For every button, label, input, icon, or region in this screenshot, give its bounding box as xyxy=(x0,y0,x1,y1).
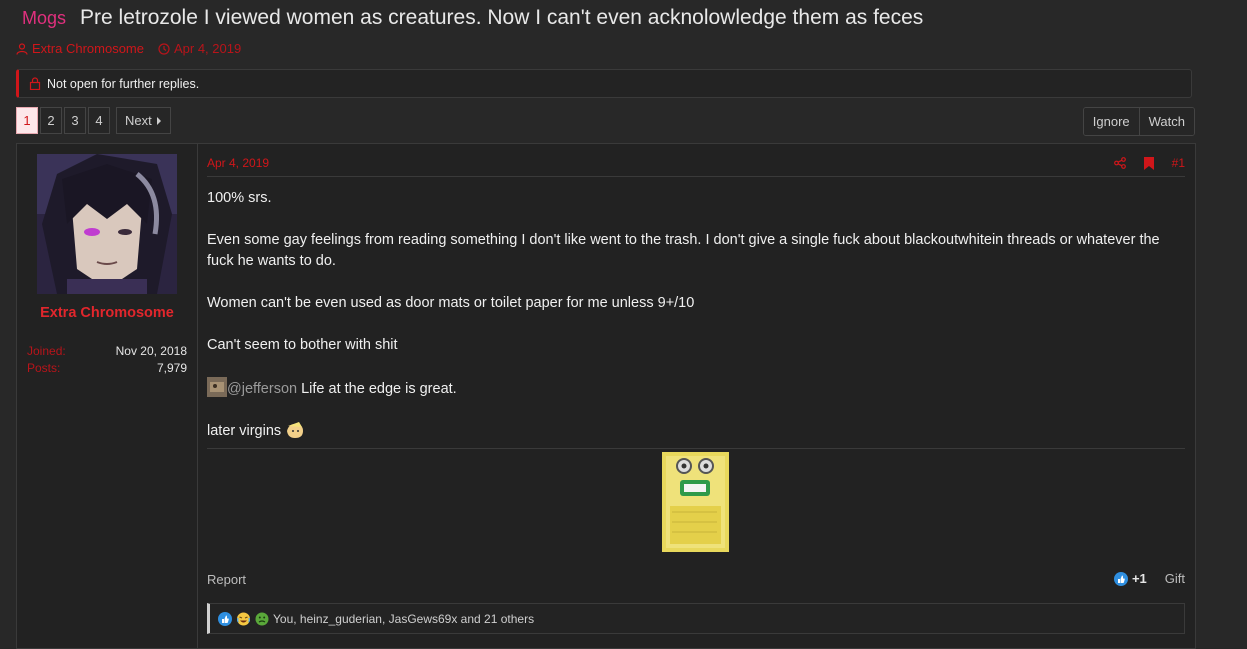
post-mention-line: @jefferson Life at the edge is great. xyxy=(207,377,1185,400)
reactions-bar[interactable]: You, heinz_guderian, JasGews69x and 21 o… xyxy=(207,603,1185,634)
locked-notice-text: Not open for further replies. xyxy=(47,76,200,91)
joined-value: Nov 20, 2018 xyxy=(115,344,187,358)
thread-prefix[interactable]: Mogs xyxy=(22,8,66,29)
post-paragraph: 100% srs. xyxy=(207,190,272,206)
post-header: Apr 4, 2019 #1 xyxy=(207,156,1185,177)
chevron-right-icon xyxy=(156,116,161,125)
post-header-actions: #1 xyxy=(1113,156,1185,170)
thread-actions: Ignore Watch xyxy=(1082,107,1195,136)
page-2[interactable]: 2 xyxy=(40,107,62,134)
page-4[interactable]: 4 xyxy=(88,107,110,134)
ignore-button[interactable]: Ignore xyxy=(1083,108,1139,135)
post-paragraph: Even some gay feelings from reading some… xyxy=(207,232,1160,269)
report-link[interactable]: Report xyxy=(207,572,246,587)
locked-notice: Not open for further replies. xyxy=(16,69,1192,98)
reaction-summary-button[interactable]: +1 xyxy=(1113,571,1147,586)
thread-date-text[interactable]: Apr 4, 2019 xyxy=(174,41,241,56)
page-1[interactable]: 1 xyxy=(16,107,38,134)
reaction-count[interactable]: +1 xyxy=(1132,571,1147,586)
posts-value: 7,979 xyxy=(156,361,187,375)
thread-meta: Extra Chromosome Apr 4, 2019 xyxy=(16,41,241,56)
share-icon[interactable] xyxy=(1113,157,1126,169)
post-username[interactable]: Extra Chromosome xyxy=(17,305,197,321)
post-paragraph: later virgins xyxy=(207,423,282,439)
mention-avatar xyxy=(207,377,227,397)
post-user-sidebar: Extra Chromosome Joined: Nov 20, 2018 Po… xyxy=(17,144,198,648)
post-last-line: later virgins xyxy=(207,421,1185,442)
next-label[interactable]: Next xyxy=(125,113,152,128)
thread-title: Pre letrozole I viewed women as creature… xyxy=(80,6,924,29)
sick-icon xyxy=(255,612,269,625)
page-3[interactable]: 3 xyxy=(64,107,86,134)
post-paragraph: Can't seem to bother with shit xyxy=(207,337,398,353)
thread-header: Mogs Pre letrozole I viewed women as cre… xyxy=(22,6,923,30)
thread-date[interactable]: Apr 4, 2019 xyxy=(158,41,241,56)
post-body: 100% srs. Even some gay feelings from re… xyxy=(207,188,1185,463)
mention-text: Life at the edge is great. xyxy=(297,381,457,397)
laugh-icon xyxy=(237,612,250,625)
post-footer-actions: +1 Gift xyxy=(1113,571,1185,586)
thread-author[interactable]: Extra Chromosome xyxy=(16,41,144,56)
reactions-text[interactable]: You, heinz_guderian, JasGews69x and 21 o… xyxy=(273,612,534,626)
bookmark-icon[interactable] xyxy=(1143,156,1154,170)
post: Extra Chromosome Joined: Nov 20, 2018 Po… xyxy=(16,143,1196,649)
user-mention-link[interactable]: @jefferson xyxy=(227,381,297,397)
next-page-button[interactable]: Next xyxy=(116,107,171,134)
watch-button[interactable]: Watch xyxy=(1138,108,1194,135)
attachment-divider xyxy=(207,448,1185,449)
posts-label: Posts: xyxy=(27,361,61,375)
joined-label: Joined: xyxy=(27,344,66,358)
post-message: Apr 4, 2019 #1 100% srs. Even some gay f… xyxy=(207,144,1185,648)
user-icon xyxy=(16,42,28,55)
like-icon xyxy=(1113,571,1128,586)
gift-button[interactable]: Gift xyxy=(1165,571,1185,586)
smilie-icon xyxy=(287,422,304,438)
lock-icon xyxy=(29,77,41,90)
like-icon xyxy=(218,611,232,626)
attachment-thumbnail[interactable] xyxy=(662,452,729,552)
user-joined: Joined: Nov 20, 2018 xyxy=(27,344,187,358)
pagination: 1 2 3 4 Next xyxy=(16,107,171,134)
user-posts: Posts: 7,979 xyxy=(27,361,187,375)
post-date[interactable]: Apr 4, 2019 xyxy=(207,156,269,170)
post-paragraph: Women can't be even used as door mats or… xyxy=(207,295,695,311)
avatar[interactable] xyxy=(37,154,177,294)
clock-icon xyxy=(158,42,170,55)
post-number[interactable]: #1 xyxy=(1172,156,1185,170)
thread-author-name[interactable]: Extra Chromosome xyxy=(32,41,144,56)
